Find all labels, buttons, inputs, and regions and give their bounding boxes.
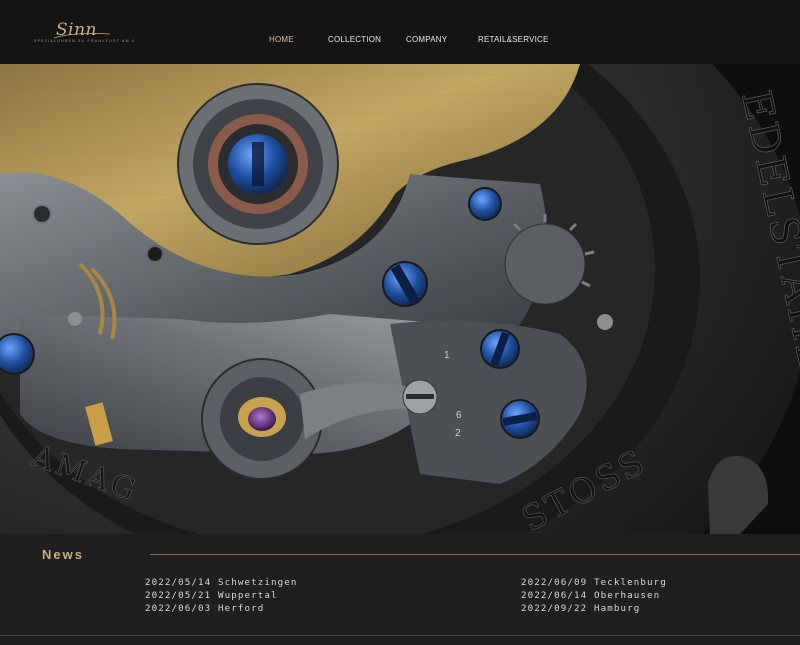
site-header: Sinn Spezialuhren zu Frankfurt am Main H… [0,0,800,64]
news-bottom-rule [0,635,800,636]
news-title: News [42,547,84,562]
blue-screw [468,187,502,221]
news-divider [150,554,800,555]
news-section: News 2022/05/14 Schwetzingen 2022/05/21 … [0,534,800,645]
news-list-right: 2022/06/09 Tecklenburg 2022/06/14 Oberha… [521,576,667,615]
news-item[interactable]: 2022/06/14 Oberhausen [521,589,667,602]
hero-watch-movement-image: 1 6 2 EDELSTAHL STOSS AMAG [0,64,800,534]
nav-collection[interactable]: COLLECTION [328,35,381,44]
balance-mark-3: 2 [455,428,461,439]
ruby-jewel [248,407,276,431]
logo-wordmark: Sinn [56,20,97,40]
news-item[interactable]: 2022/05/21 Wuppertal [145,589,298,602]
watch-movement-illustration: 1 6 2 EDELSTAHL STOSS AMAG [0,64,800,534]
escape-wheel [504,223,586,305]
news-item[interactable]: 2022/05/14 Schwetzingen [145,576,298,589]
nav-home[interactable]: HOME [269,35,294,44]
blue-screw [0,333,35,375]
nav-company[interactable]: COMPANY [406,35,447,44]
balance-mark-1: 1 [444,350,450,361]
balance-mark-2: 6 [456,410,462,421]
sinn-logo[interactable]: Sinn Spezialuhren zu Frankfurt am Main [34,20,134,48]
news-item[interactable]: 2022/06/09 Tecklenburg [521,576,667,589]
news-item[interactable]: 2022/06/03 Herford [145,602,298,615]
nav-retail-service[interactable]: RETAIL&SERVICE [478,35,549,44]
logo-tagline: Spezialuhren zu Frankfurt am Main [34,39,134,43]
news-item[interactable]: 2022/09/22 Hamburg [521,602,667,615]
news-list-left: 2022/05/14 Schwetzingen 2022/05/21 Wuppe… [145,576,298,615]
